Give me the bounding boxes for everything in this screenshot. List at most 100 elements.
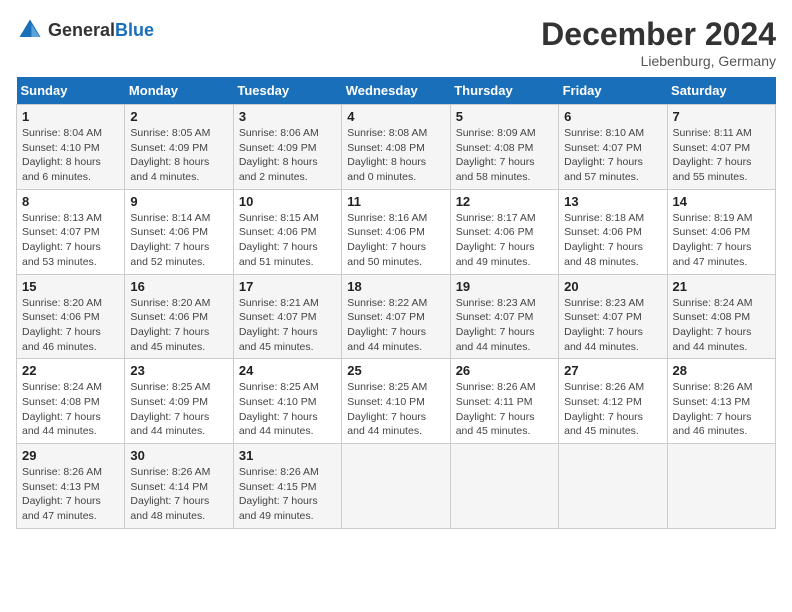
calendar-cell: 12 Sunrise: 8:17 AMSunset: 4:06 PMDayligh… [450, 189, 558, 274]
calendar-cell: 11 Sunrise: 8:16 AMSunset: 4:06 PMDayligh… [342, 189, 450, 274]
day-number: 25 [347, 363, 444, 378]
month-title: December 2024 [541, 16, 776, 53]
day-number: 13 [564, 194, 661, 209]
day-info: Sunrise: 8:19 AMSunset: 4:06 PMDaylight:… [673, 211, 770, 270]
calendar-week-4: 22Sunrise: 8:24 AMSunset: 4:08 PMDayligh… [17, 359, 776, 444]
calendar-cell: 7 Sunrise: 8:11 AMSunset: 4:07 PMDaylight… [667, 105, 775, 190]
calendar-cell: 23Sunrise: 8:25 AMSunset: 4:09 PMDayligh… [125, 359, 233, 444]
calendar-week-2: 8Sunrise: 8:13 AMSunset: 4:07 PMDaylight… [17, 189, 776, 274]
calendar-cell: 21 Sunrise: 8:24 AMSunset: 4:08 PMDayligh… [667, 274, 775, 359]
day-number: 17 [239, 279, 336, 294]
calendar-week-5: 29 Sunrise: 8:26 AMSunset: 4:13 PMDayligh… [17, 444, 776, 529]
calendar-cell: 5Sunrise: 8:09 AMSunset: 4:08 PMDaylight… [450, 105, 558, 190]
calendar-cell [342, 444, 450, 529]
calendar-cell: 18 Sunrise: 8:22 AMSunset: 4:07 PMDayligh… [342, 274, 450, 359]
day-number: 23 [130, 363, 227, 378]
day-info: Sunrise: 8:26 AMSunset: 4:11 PMDaylight:… [456, 380, 553, 439]
day-number: 15 [22, 279, 119, 294]
day-info: Sunrise: 8:23 AMSunset: 4:07 PMDaylight:… [564, 296, 661, 355]
day-number: 30 [130, 448, 227, 463]
day-info: Sunrise: 8:24 AMSunset: 4:08 PMDaylight:… [22, 380, 119, 439]
calendar-cell: 16Sunrise: 8:20 AMSunset: 4:06 PMDayligh… [125, 274, 233, 359]
day-number: 26 [456, 363, 553, 378]
day-number: 11 [347, 194, 444, 209]
calendar-cell: 15 Sunrise: 8:20 AMSunset: 4:06 PMDayligh… [17, 274, 125, 359]
calendar-cell: 31 Sunrise: 8:26 AMSunset: 4:15 PMDayligh… [233, 444, 341, 529]
calendar-cell: 13 Sunrise: 8:18 AMSunset: 4:06 PMDayligh… [559, 189, 667, 274]
weekday-header-tuesday: Tuesday [233, 77, 341, 105]
calendar-cell: 6 Sunrise: 8:10 AMSunset: 4:07 PMDaylight… [559, 105, 667, 190]
day-info: Sunrise: 8:26 AMSunset: 4:12 PMDaylight:… [564, 380, 661, 439]
day-number: 1 [22, 109, 119, 124]
day-number: 29 [22, 448, 119, 463]
weekday-header-sunday: Sunday [17, 77, 125, 105]
day-info: Sunrise: 8:26 AMSunset: 4:14 PMDaylight:… [130, 465, 227, 524]
calendar-cell: 8Sunrise: 8:13 AMSunset: 4:07 PMDaylight… [17, 189, 125, 274]
location: Liebenburg, Germany [541, 53, 776, 69]
day-info: Sunrise: 8:04 AMSunset: 4:10 PMDaylight:… [22, 126, 119, 185]
day-number: 7 [673, 109, 770, 124]
day-number: 12 [456, 194, 553, 209]
logo-general: General [48, 20, 115, 40]
calendar-cell: 29 Sunrise: 8:26 AMSunset: 4:13 PMDayligh… [17, 444, 125, 529]
calendar-cell: 26 Sunrise: 8:26 AMSunset: 4:11 PMDayligh… [450, 359, 558, 444]
weekday-header-friday: Friday [559, 77, 667, 105]
calendar-cell: 1 Sunrise: 8:04 AMSunset: 4:10 PMDaylight… [17, 105, 125, 190]
logo-text: GeneralBlue [48, 20, 154, 41]
day-info: Sunrise: 8:20 AMSunset: 4:06 PMDaylight:… [130, 296, 227, 355]
day-info: Sunrise: 8:24 AMSunset: 4:08 PMDaylight:… [673, 296, 770, 355]
day-number: 28 [673, 363, 770, 378]
calendar-week-3: 15 Sunrise: 8:20 AMSunset: 4:06 PMDayligh… [17, 274, 776, 359]
day-info: Sunrise: 8:15 AMSunset: 4:06 PMDaylight:… [239, 211, 336, 270]
weekday-header-wednesday: Wednesday [342, 77, 450, 105]
weekday-header-row: SundayMondayTuesdayWednesdayThursdayFrid… [17, 77, 776, 105]
title-area: December 2024 Liebenburg, Germany [541, 16, 776, 69]
calendar-cell: 3Sunrise: 8:06 AMSunset: 4:09 PMDaylight… [233, 105, 341, 190]
day-info: Sunrise: 8:26 AMSunset: 4:13 PMDaylight:… [22, 465, 119, 524]
day-info: Sunrise: 8:10 AMSunset: 4:07 PMDaylight:… [564, 126, 661, 185]
calendar-cell: 28Sunrise: 8:26 AMSunset: 4:13 PMDayligh… [667, 359, 775, 444]
calendar-cell: 30 Sunrise: 8:26 AMSunset: 4:14 PMDayligh… [125, 444, 233, 529]
calendar-cell: 2 Sunrise: 8:05 AMSunset: 4:09 PMDaylight… [125, 105, 233, 190]
day-number: 19 [456, 279, 553, 294]
day-info: Sunrise: 8:22 AMSunset: 4:07 PMDaylight:… [347, 296, 444, 355]
day-number: 4 [347, 109, 444, 124]
day-info: Sunrise: 8:17 AMSunset: 4:06 PMDaylight:… [456, 211, 553, 270]
day-info: Sunrise: 8:20 AMSunset: 4:06 PMDaylight:… [22, 296, 119, 355]
day-info: Sunrise: 8:26 AMSunset: 4:15 PMDaylight:… [239, 465, 336, 524]
logo: GeneralBlue [16, 16, 154, 44]
calendar-cell: 17 Sunrise: 8:21 AMSunset: 4:07 PMDayligh… [233, 274, 341, 359]
day-info: Sunrise: 8:18 AMSunset: 4:06 PMDaylight:… [564, 211, 661, 270]
weekday-header-thursday: Thursday [450, 77, 558, 105]
day-number: 21 [673, 279, 770, 294]
day-info: Sunrise: 8:13 AMSunset: 4:07 PMDaylight:… [22, 211, 119, 270]
calendar-cell: 24Sunrise: 8:25 AMSunset: 4:10 PMDayligh… [233, 359, 341, 444]
calendar-cell: 20 Sunrise: 8:23 AMSunset: 4:07 PMDayligh… [559, 274, 667, 359]
day-number: 18 [347, 279, 444, 294]
weekday-header-monday: Monday [125, 77, 233, 105]
day-info: Sunrise: 8:05 AMSunset: 4:09 PMDaylight:… [130, 126, 227, 185]
calendar-cell: 22Sunrise: 8:24 AMSunset: 4:08 PMDayligh… [17, 359, 125, 444]
day-number: 31 [239, 448, 336, 463]
day-number: 2 [130, 109, 227, 124]
day-number: 10 [239, 194, 336, 209]
day-number: 5 [456, 109, 553, 124]
calendar-cell: 9 Sunrise: 8:14 AMSunset: 4:06 PMDaylight… [125, 189, 233, 274]
day-info: Sunrise: 8:25 AMSunset: 4:10 PMDaylight:… [347, 380, 444, 439]
calendar-cell: 4 Sunrise: 8:08 AMSunset: 4:08 PMDaylight… [342, 105, 450, 190]
day-info: Sunrise: 8:14 AMSunset: 4:06 PMDaylight:… [130, 211, 227, 270]
day-info: Sunrise: 8:23 AMSunset: 4:07 PMDaylight:… [456, 296, 553, 355]
day-info: Sunrise: 8:06 AMSunset: 4:09 PMDaylight:… [239, 126, 336, 185]
page-header: GeneralBlue December 2024 Liebenburg, Ge… [16, 16, 776, 69]
calendar-cell [559, 444, 667, 529]
day-info: Sunrise: 8:11 AMSunset: 4:07 PMDaylight:… [673, 126, 770, 185]
day-number: 9 [130, 194, 227, 209]
weekday-header-saturday: Saturday [667, 77, 775, 105]
day-number: 20 [564, 279, 661, 294]
day-number: 6 [564, 109, 661, 124]
day-info: Sunrise: 8:21 AMSunset: 4:07 PMDaylight:… [239, 296, 336, 355]
day-info: Sunrise: 8:16 AMSunset: 4:06 PMDaylight:… [347, 211, 444, 270]
calendar-cell: 19 Sunrise: 8:23 AMSunset: 4:07 PMDayligh… [450, 274, 558, 359]
day-info: Sunrise: 8:08 AMSunset: 4:08 PMDaylight:… [347, 126, 444, 185]
calendar-table: SundayMondayTuesdayWednesdayThursdayFrid… [16, 77, 776, 529]
